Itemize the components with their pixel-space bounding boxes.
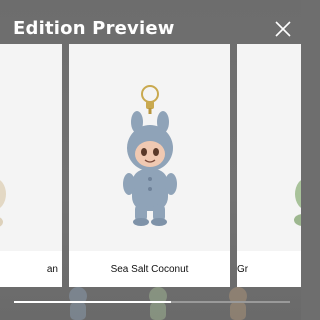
modal-title: Edition Preview: [13, 18, 175, 39]
thumbnail-brown-plush: [229, 287, 247, 320]
edition-image: [69, 44, 230, 251]
plush-green-image: [294, 180, 301, 226]
edition-card-previous[interactable]: an: [0, 44, 62, 287]
thumbnail-green-plush: [149, 287, 167, 320]
plush-cream-image: [0, 180, 6, 227]
thumbnail-blue-plush: [69, 287, 87, 320]
edition-name: Sea Salt Coconut: [69, 251, 230, 287]
edition-card-current[interactable]: Sea Salt Coconut: [69, 44, 230, 287]
carousel-scrollbar-thumb[interactable]: [14, 301, 171, 303]
edition-image: [0, 44, 62, 251]
plush-sea-salt-coconut-image: [123, 85, 177, 226]
edition-card-next[interactable]: Gr: [237, 44, 301, 287]
edition-image: [237, 44, 301, 251]
edition-name: Gr: [237, 251, 301, 287]
background-thumbnails: [69, 287, 247, 320]
close-icon[interactable]: [274, 20, 292, 38]
edition-name: an: [0, 251, 62, 287]
